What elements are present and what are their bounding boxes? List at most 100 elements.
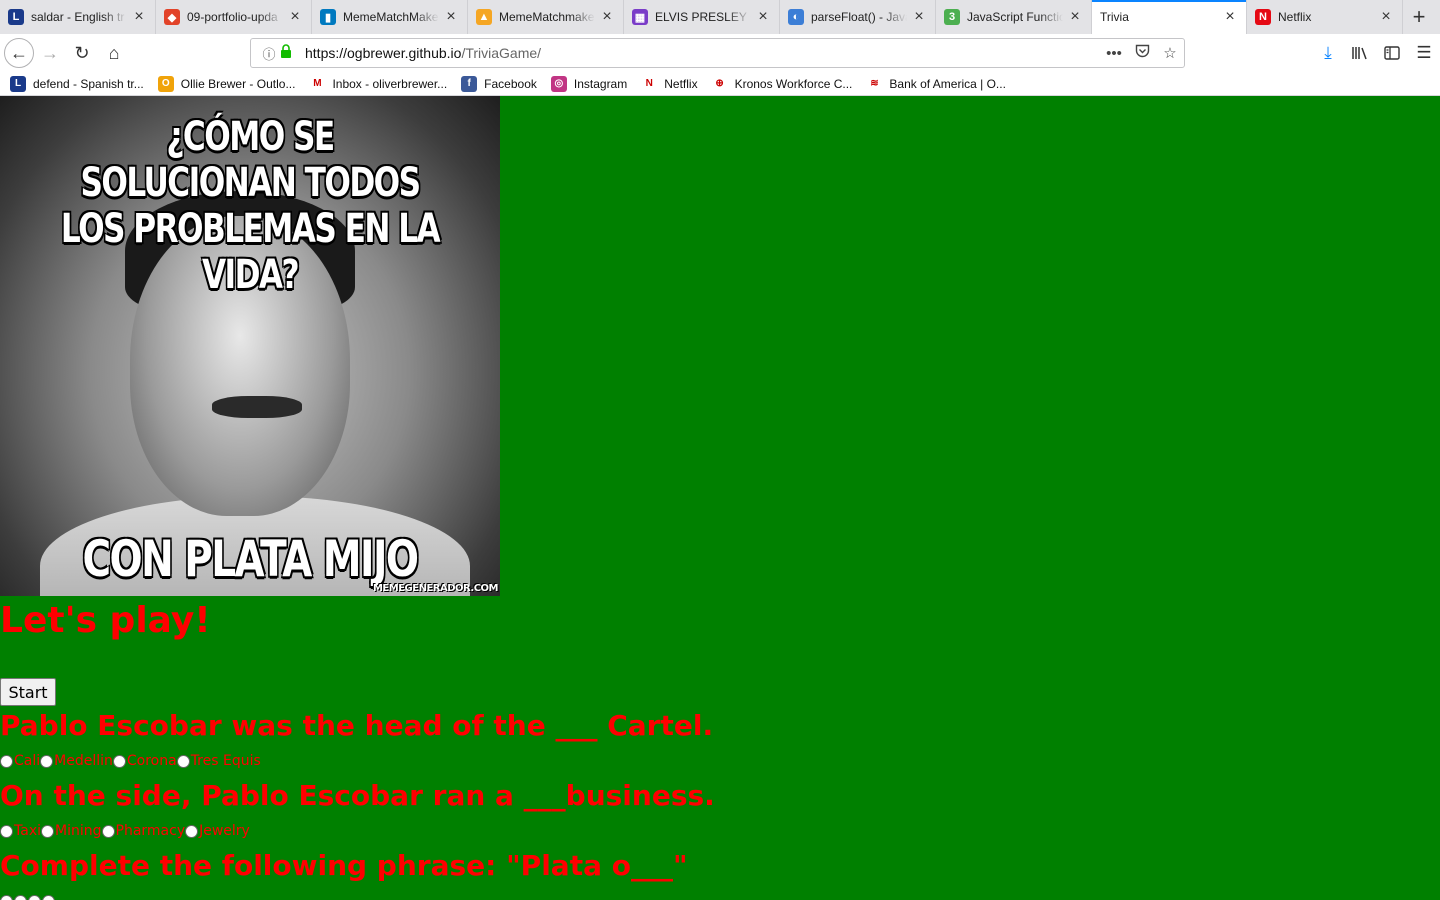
- pocket-icon[interactable]: [1128, 44, 1156, 62]
- library-icon[interactable]: [1344, 37, 1376, 69]
- answer-option[interactable]: [28, 894, 42, 900]
- tab-7[interactable]: Trivia ×: [1092, 0, 1247, 34]
- answer-option[interactable]: Cali: [0, 753, 40, 769]
- tab-5[interactable]: ◐ parseFloat() - Java ×: [780, 0, 936, 34]
- radio-button[interactable]: [0, 824, 13, 838]
- radio-button[interactable]: [185, 824, 199, 838]
- tab-0[interactable]: Lsaldar - English tr ×: [0, 0, 156, 34]
- menu-icon[interactable]: ☰: [1408, 37, 1440, 69]
- tab-1[interactable]: ◆ 09-portfolio-upda ×: [156, 0, 312, 34]
- tab-8[interactable]: N Netflix ×: [1247, 0, 1403, 34]
- close-icon[interactable]: ×: [1067, 9, 1083, 25]
- sidebar-icon[interactable]: [1376, 37, 1408, 69]
- start-button[interactable]: Start: [0, 678, 56, 706]
- answer-option[interactable]: Tres Equis: [176, 753, 261, 769]
- meme-watermark: MEMEGENERADOR.COM: [372, 583, 499, 594]
- page-heading: Let's play!: [0, 600, 211, 641]
- navigation-toolbar: ← → ↻ ⌂ ⓘ https://ogbrewer.github.io/Tri…: [0, 34, 1440, 72]
- bookmark-label: Kronos Workforce C...: [734, 76, 853, 91]
- radio-button[interactable]: [112, 754, 126, 768]
- answer-option[interactable]: Corona: [112, 753, 177, 769]
- radio-button[interactable]: [40, 754, 54, 768]
- answer-option-label: Pharmacy: [115, 823, 186, 839]
- url-path: /TriviaGame/: [461, 45, 542, 61]
- mdn-icon: ◐: [788, 9, 804, 25]
- radio-button[interactable]: [176, 754, 190, 768]
- forward-button[interactable]: →: [34, 37, 66, 69]
- close-icon[interactable]: ×: [599, 9, 615, 25]
- bookmark-star-icon[interactable]: ☆: [1156, 44, 1184, 62]
- download-icon[interactable]: ⤓: [1312, 37, 1344, 69]
- bookmark-item[interactable]: N Netflix: [641, 75, 698, 92]
- answer-option-label: Mining: [55, 823, 102, 839]
- answer-option[interactable]: Medellin: [40, 753, 113, 769]
- radio-button[interactable]: [101, 824, 115, 838]
- url-text[interactable]: https://ogbrewer.github.io/TriviaGame/: [305, 45, 1100, 61]
- page-actions-icon[interactable]: •••: [1100, 45, 1128, 62]
- arrow-left-icon: ←: [10, 42, 28, 63]
- close-icon[interactable]: ×: [131, 9, 147, 25]
- meme-bottom-text: CON PLATA MIJO: [82, 530, 419, 588]
- info-icon[interactable]: ⓘ: [259, 44, 279, 63]
- tv-icon: ▦: [632, 9, 648, 25]
- bookmark-item[interactable]: O Ollie Brewer - Outlo...: [157, 75, 295, 92]
- gmail-icon: M: [309, 75, 326, 92]
- answer-option-label: Medellin: [54, 753, 113, 769]
- instagram-icon: ◎: [550, 75, 567, 92]
- reload-button[interactable]: ↻: [66, 37, 98, 69]
- url-bar[interactable]: ⓘ https://ogbrewer.github.io/TriviaGame/…: [250, 38, 1185, 68]
- back-button[interactable]: ←: [4, 38, 34, 68]
- close-icon[interactable]: ×: [1378, 9, 1394, 25]
- radio-button[interactable]: [42, 894, 55, 900]
- tab-6[interactable]: 3 JavaScript Functio ×: [936, 0, 1092, 34]
- close-icon[interactable]: ×: [755, 9, 771, 25]
- tab-bar: Lsaldar - English tr × ◆ 09-portfolio-upda ×…: [0, 0, 1440, 34]
- radio-button[interactable]: [14, 894, 27, 900]
- radio-button[interactable]: [28, 894, 41, 900]
- close-icon[interactable]: ×: [287, 9, 303, 25]
- home-icon: ⌂: [108, 42, 120, 63]
- bookmark-label: defend - Spanish tr...: [33, 76, 144, 91]
- tab-3[interactable]: ▲ MemeMatchmaker ×: [468, 0, 624, 34]
- bookmark-item[interactable]: ⊕ Kronos Workforce C...: [711, 75, 853, 92]
- question-text: Pablo Escobar was the head of the ___ Ca…: [0, 709, 714, 742]
- lexicon-icon: L: [8, 9, 24, 25]
- bookmark-item[interactable]: M Inbox - oliverbrewer...: [309, 75, 447, 92]
- toolbar-right: ⤓ ☰: [1312, 37, 1440, 69]
- close-icon[interactable]: ×: [1222, 9, 1238, 25]
- answer-option[interactable]: [0, 894, 14, 900]
- arrow-right-icon: →: [41, 42, 59, 63]
- answer-option[interactable]: Taxi: [0, 823, 41, 839]
- home-button[interactable]: ⌂: [98, 37, 130, 69]
- bookmark-label: Facebook: [484, 76, 537, 91]
- radio-button[interactable]: [0, 754, 13, 768]
- tab-4[interactable]: ▦ ELVIS PRESLEY ~ ×: [624, 0, 780, 34]
- tab-title: JavaScript Functio: [967, 10, 1063, 24]
- tab-title: Netflix: [1278, 10, 1312, 24]
- tab-2[interactable]: ▮ MemeMatchMaker ×: [312, 0, 468, 34]
- bookmark-label: Instagram: [573, 76, 628, 91]
- trello-icon: ▮: [320, 9, 336, 25]
- radio-button[interactable]: [41, 824, 54, 838]
- answer-option[interactable]: Mining: [41, 823, 102, 839]
- answer-option[interactable]: Jewelry: [185, 823, 250, 839]
- firebase-icon: ▲: [476, 9, 492, 25]
- radio-button[interactable]: [0, 894, 13, 900]
- new-tab-button[interactable]: +: [1403, 0, 1435, 34]
- bookmark-item[interactable]: f Facebook: [461, 75, 537, 92]
- close-icon[interactable]: ×: [443, 9, 459, 25]
- answer-option[interactable]: Pharmacy: [101, 823, 186, 839]
- answer-option-label: Taxi: [14, 823, 41, 839]
- answer-option[interactable]: [42, 894, 56, 900]
- facebook-icon: f: [461, 75, 478, 92]
- bookmark-item[interactable]: Ldefend - Spanish tr...: [10, 75, 144, 92]
- bookmark-item[interactable]: ◎ Instagram: [550, 75, 628, 92]
- url-host: https://ogbrewer.github.io: [305, 45, 462, 61]
- bookmark-item[interactable]: ≋ Bank of America | O...: [866, 75, 1006, 92]
- w3schools-icon: 3: [944, 9, 960, 25]
- answer-option[interactable]: [14, 894, 28, 900]
- close-icon[interactable]: ×: [911, 9, 927, 25]
- answer-options: Cali Medellin Corona Tres Equis: [0, 746, 1440, 776]
- reload-icon: ↻: [74, 42, 90, 63]
- lock-icon[interactable]: [279, 43, 297, 63]
